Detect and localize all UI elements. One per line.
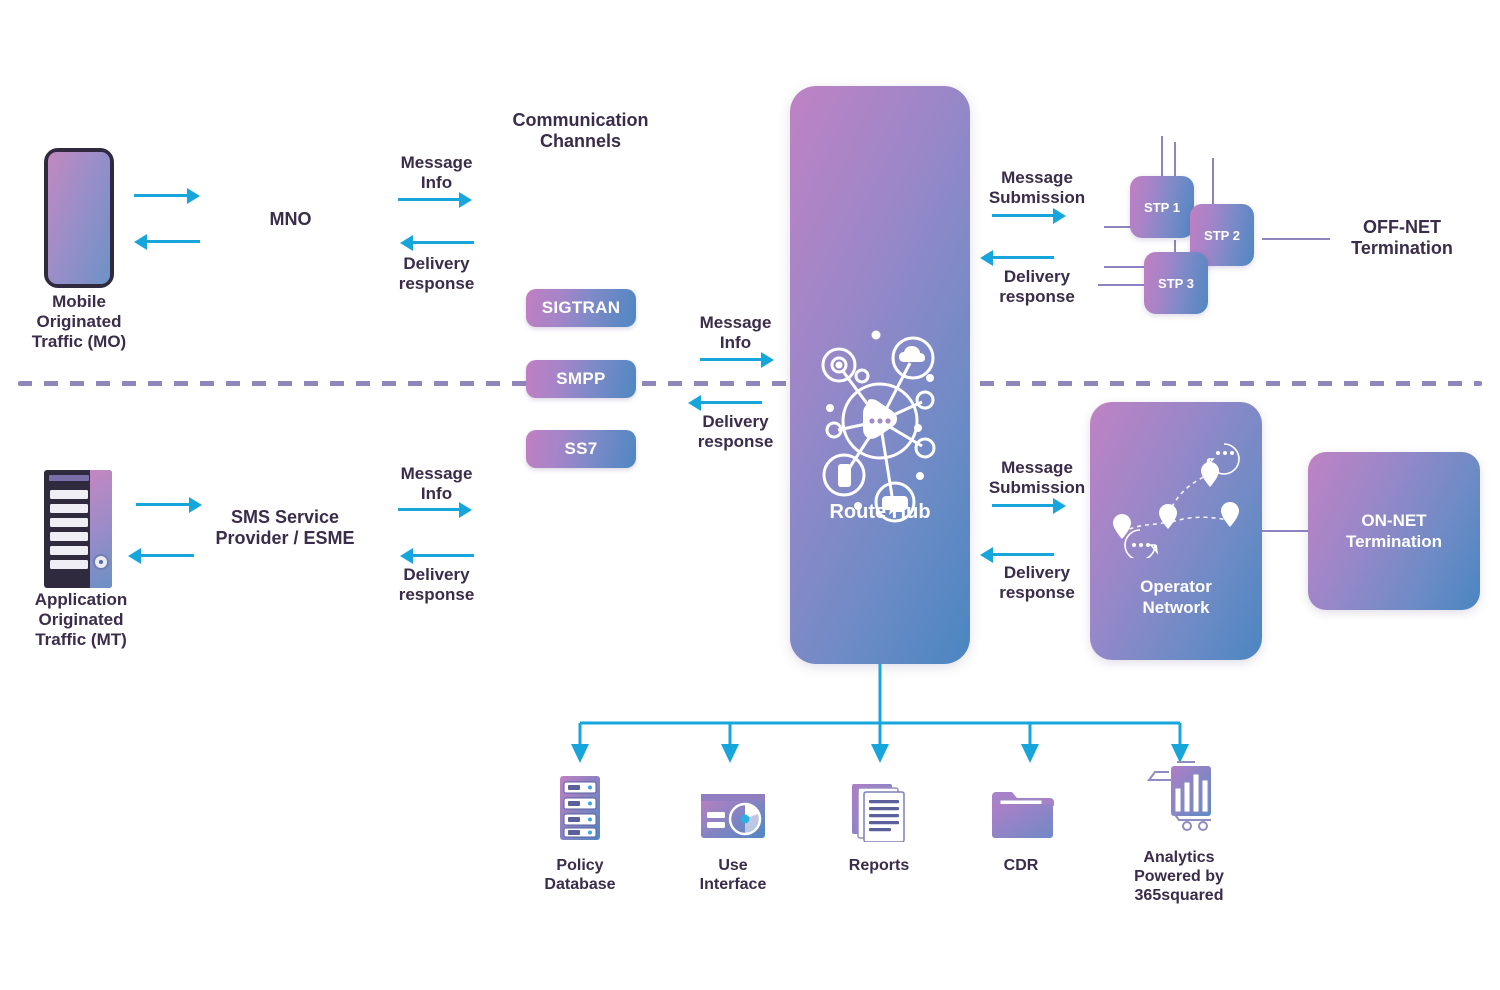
stp-delivery-response-arrow	[992, 256, 1054, 259]
mno-label: MNO	[269, 209, 312, 229]
mt-delivery-response-arrow	[412, 554, 474, 557]
output-label: Use Interface	[699, 857, 767, 894]
output-policy-database[interactable]: Policy Database	[525, 770, 635, 894]
channel-pill-label: SIGTRAN	[541, 298, 621, 317]
mo-out-arrow	[134, 194, 188, 197]
onnet-termination-panel[interactable]: ON-NET Termination	[1308, 452, 1480, 610]
hub-message-info-label: Message Info	[699, 313, 772, 353]
operator-network-panel[interactable]: Operator Network	[1090, 402, 1262, 660]
mo-caption: Mobile Originated Traffic (MO)	[31, 292, 127, 352]
output-label: Analytics Powered by 365squared	[1134, 849, 1224, 905]
hub-delivery-response-arrow	[700, 401, 762, 404]
stp-node-1[interactable]: STP 1	[1130, 176, 1194, 238]
opnet-delivery-response-arrow	[992, 553, 1054, 556]
offnet-termination-label: OFF-NET Termination	[1351, 217, 1453, 259]
output-label: Reports	[848, 857, 910, 874]
opnet-onnet-connector	[1262, 530, 1310, 532]
mt-caption: Application Originated Traffic (MT)	[34, 590, 128, 650]
smartphone-screen	[48, 152, 110, 284]
route-hub-title: Route Hub	[829, 501, 931, 523]
diagram-canvas: Mobile Originated Traffic (MO) MNO Messa…	[0, 0, 1500, 990]
mt-delivery-response-label: Delivery response	[398, 565, 475, 605]
stp-message-submission-arrow	[992, 214, 1054, 217]
mo-delivery-response-arrow	[412, 241, 474, 244]
server-rack-icon	[44, 470, 112, 588]
channel-pill-label: SS7	[564, 439, 598, 458]
hub-message-info-arrow	[700, 358, 762, 361]
channel-pill-smpp[interactable]: SMPP	[526, 360, 636, 398]
policy-database-icon	[560, 776, 600, 840]
smartphone-icon	[44, 148, 114, 288]
output-label: CDR	[1003, 857, 1039, 874]
output-cdr[interactable]: CDR	[966, 770, 1076, 875]
mo-in-arrow	[146, 240, 200, 243]
channel-pill-label: SMPP	[556, 369, 606, 388]
stp-node-3[interactable]: STP 3	[1144, 252, 1208, 314]
mo-message-info-label: Message Info	[400, 153, 473, 193]
mo-message-info-arrow	[398, 198, 460, 201]
onnet-termination-label: ON-NET Termination	[1345, 510, 1443, 551]
mt-message-info-label: Message Info	[400, 464, 473, 504]
hub-delivery-response-label: Delivery response	[697, 412, 774, 452]
section-divider	[18, 381, 1482, 386]
mt-out-arrow	[136, 503, 190, 506]
output-user-interface[interactable]: Use Interface	[678, 770, 788, 894]
mt-in-arrow	[140, 554, 194, 557]
reports-icon	[852, 784, 905, 842]
stp-label: STP 3	[1158, 275, 1194, 291]
network-hub-icon	[821, 330, 936, 523]
stp-delivery-response-label: Delivery response	[999, 267, 1075, 307]
esme-label: SMS Service Provider / ESME	[215, 507, 355, 549]
channel-pill-sigtran[interactable]: SIGTRAN	[526, 289, 636, 327]
channel-pill-ss7[interactable]: SS7	[526, 430, 636, 468]
stp-connector	[1212, 158, 1214, 208]
output-reports[interactable]: Reports	[824, 770, 934, 875]
map-pins-icon	[1113, 443, 1240, 558]
output-analytics[interactable]: Analytics Powered by 365squared	[1124, 761, 1234, 906]
user-interface-icon	[701, 794, 765, 838]
operator-network-title: Operator Network	[1140, 577, 1212, 617]
stp-label: STP 1	[1144, 199, 1180, 215]
route-hub-panel[interactable]: Route Hub	[790, 86, 970, 664]
stp-message-submission-label: Message Submission	[988, 168, 1086, 208]
output-label: Policy Database	[544, 857, 616, 894]
mo-delivery-response-label: Delivery response	[398, 254, 475, 294]
mt-message-info-arrow	[398, 508, 460, 511]
opnet-message-submission-arrow	[992, 504, 1054, 507]
analytics-icon	[1147, 761, 1211, 831]
rack-dial-icon	[93, 554, 109, 570]
communication-channels-title: Communication Channels	[512, 110, 649, 152]
cdr-folder-icon	[992, 792, 1054, 838]
stp-label: STP 2	[1204, 227, 1240, 243]
